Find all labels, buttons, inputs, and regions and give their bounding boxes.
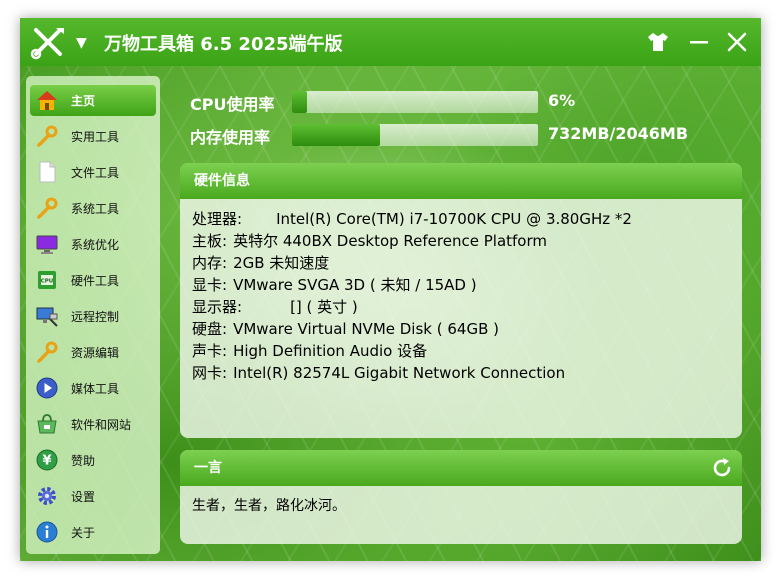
hardware-value: 2GB 未知速度	[233, 254, 330, 272]
sidebar-item-label: 赞助	[71, 453, 96, 468]
hardware-row-display: 显示器: [] ( 英寸 )	[192, 296, 730, 318]
hardware-value: High Definition Audio 设备	[233, 342, 428, 360]
sidebar-item-media-tools[interactable]: 媒体工具	[30, 372, 156, 404]
info-icon	[34, 519, 60, 545]
sidebar-item-about[interactable]: 关于	[30, 516, 156, 548]
sidebar-item-label: 主页	[71, 93, 96, 108]
hardware-row-memory: 内存: 2GB 未知速度	[192, 252, 730, 274]
sidebar-item-label: 资源编辑	[71, 345, 120, 360]
hardware-value: VMware SVGA 3D ( 未知 / 15AD )	[233, 276, 477, 294]
hardware-value: 英特尔 440BX Desktop Reference Platform	[233, 232, 547, 250]
hardware-key: 显卡:	[192, 276, 228, 294]
sidebar-item-software-sites[interactable]: 软件和网站	[30, 408, 156, 440]
hardware-row-disk: 硬盘: VMware Virtual NVMe Disk ( 64GB )	[192, 318, 730, 340]
sidebar: 主页 实用工具 文件工具 系统工具 系统优化 CPU 硬件工具 远程控制 资源编…	[26, 76, 160, 554]
window-title: 万物工具箱 6.5 2025端午版	[104, 34, 343, 55]
monitor-icon	[34, 231, 60, 257]
sidebar-item-system-tools[interactable]: 系统工具	[30, 192, 156, 224]
hardware-key: 网卡:	[192, 364, 228, 382]
sidebar-item-label: 软件和网站	[71, 417, 132, 432]
hardware-info-list: 处理器: Intel(R) Core(TM) i7-10700K CPU @ 3…	[180, 199, 742, 393]
hardware-row-cpu: 处理器: Intel(R) Core(TM) i7-10700K CPU @ 3…	[192, 208, 730, 230]
sidebar-item-settings[interactable]: 设置	[30, 480, 156, 512]
sidebar-item-system-optimize[interactable]: 系统优化	[30, 228, 156, 260]
quote-header: 一言	[180, 450, 742, 486]
hardware-row-gpu: 显卡: VMware SVGA 3D ( 未知 / 15AD )	[192, 274, 730, 296]
sidebar-item-label: 设置	[71, 489, 96, 504]
wrench-icon	[34, 123, 60, 149]
memory-usage-bar	[292, 124, 538, 146]
hardware-key: 显示器:	[192, 298, 243, 316]
minimize-icon[interactable]	[687, 30, 711, 54]
remote-desktop-icon	[34, 303, 60, 329]
hardware-value: Intel(R) 82574L Gigabit Network Connecti…	[233, 364, 566, 382]
sidebar-item-label: 文件工具	[71, 165, 120, 180]
hardware-key: 硬盘:	[192, 320, 228, 338]
play-icon	[34, 375, 60, 401]
cpu-icon: CPU	[34, 267, 60, 293]
wrench-icon	[34, 195, 60, 221]
sidebar-item-label: 关于	[71, 525, 96, 540]
memory-usage-fill	[292, 124, 381, 146]
sidebar-item-label: 远程控制	[71, 309, 120, 324]
hardware-info-panel: 硬件信息 处理器: Intel(R) Core(TM) i7-10700K CP…	[180, 163, 742, 438]
close-icon[interactable]	[725, 30, 749, 54]
refresh-icon[interactable]	[710, 456, 734, 480]
sidebar-item-sponsor[interactable]: ¥ 赞助	[30, 444, 156, 476]
hardware-row-sound: 声卡: High Definition Audio 设备	[192, 340, 730, 362]
hardware-key: 处理器:	[192, 210, 243, 228]
memory-usage-value: 732MB/2046MB	[548, 124, 689, 143]
sidebar-item-file-tools[interactable]: 文件工具	[30, 156, 156, 188]
software-store-icon	[34, 411, 60, 437]
hardware-value: [] ( 英寸 )	[290, 298, 358, 316]
cpu-usage-bar	[292, 91, 538, 113]
sidebar-item-label: 系统优化	[71, 237, 120, 252]
sidebar-item-hardware-tools[interactable]: CPU 硬件工具	[30, 264, 156, 296]
skin-shirt-icon[interactable]	[646, 30, 670, 54]
hardware-row-motherboard: 主板: 英特尔 440BX Desktop Reference Platform	[192, 230, 730, 252]
hardware-key: 内存:	[192, 254, 228, 272]
tools-logo-icon	[30, 28, 64, 60]
svg-text:CPU: CPU	[41, 279, 54, 285]
cpu-usage-label: CPU使用率	[190, 95, 275, 114]
sidebar-item-utilities[interactable]: 实用工具	[30, 120, 156, 152]
main-menu-arrow-icon[interactable]: ▼	[76, 36, 87, 50]
cpu-usage-fill	[292, 91, 307, 113]
yen-icon: ¥	[34, 447, 60, 473]
gear-icon	[34, 483, 60, 509]
svg-text:¥: ¥	[42, 454, 51, 469]
cpu-usage-value: 6%	[548, 91, 576, 110]
quote-panel: 一言 生者，生者，路化冰河。	[180, 450, 742, 544]
sidebar-item-label: 媒体工具	[71, 381, 120, 396]
title-bar: ▼ 万物工具箱 6.5 2025端午版	[20, 18, 761, 66]
sidebar-item-home[interactable]: 主页	[30, 84, 156, 116]
quote-title: 一言	[194, 460, 222, 476]
sidebar-item-remote-control[interactable]: 远程控制	[30, 300, 156, 332]
memory-usage-label: 内存使用率	[190, 128, 271, 147]
home-icon	[34, 87, 60, 113]
sidebar-item-resource-edit[interactable]: 资源编辑	[30, 336, 156, 368]
hardware-row-network: 网卡: Intel(R) 82574L Gigabit Network Conn…	[192, 362, 730, 384]
sidebar-item-label: 系统工具	[71, 201, 120, 216]
sidebar-item-label: 硬件工具	[71, 273, 120, 288]
sidebar-item-label: 实用工具	[71, 129, 120, 144]
hardware-key: 声卡:	[192, 342, 228, 360]
hardware-info-title: 硬件信息	[180, 163, 742, 199]
file-icon	[34, 159, 60, 185]
hardware-value: Intel(R) Core(TM) i7-10700K CPU @ 3.80GH…	[276, 210, 632, 228]
app-window: ▼ 万物工具箱 6.5 2025端午版 主页 实用工具 文件工具 系统工具 系统…	[20, 18, 761, 561]
wrench-icon	[34, 339, 60, 365]
quote-text: 生者，生者，路化冰河。	[192, 498, 346, 514]
hardware-key: 主板:	[192, 232, 228, 250]
hardware-value: VMware Virtual NVMe Disk ( 64GB )	[233, 320, 499, 338]
